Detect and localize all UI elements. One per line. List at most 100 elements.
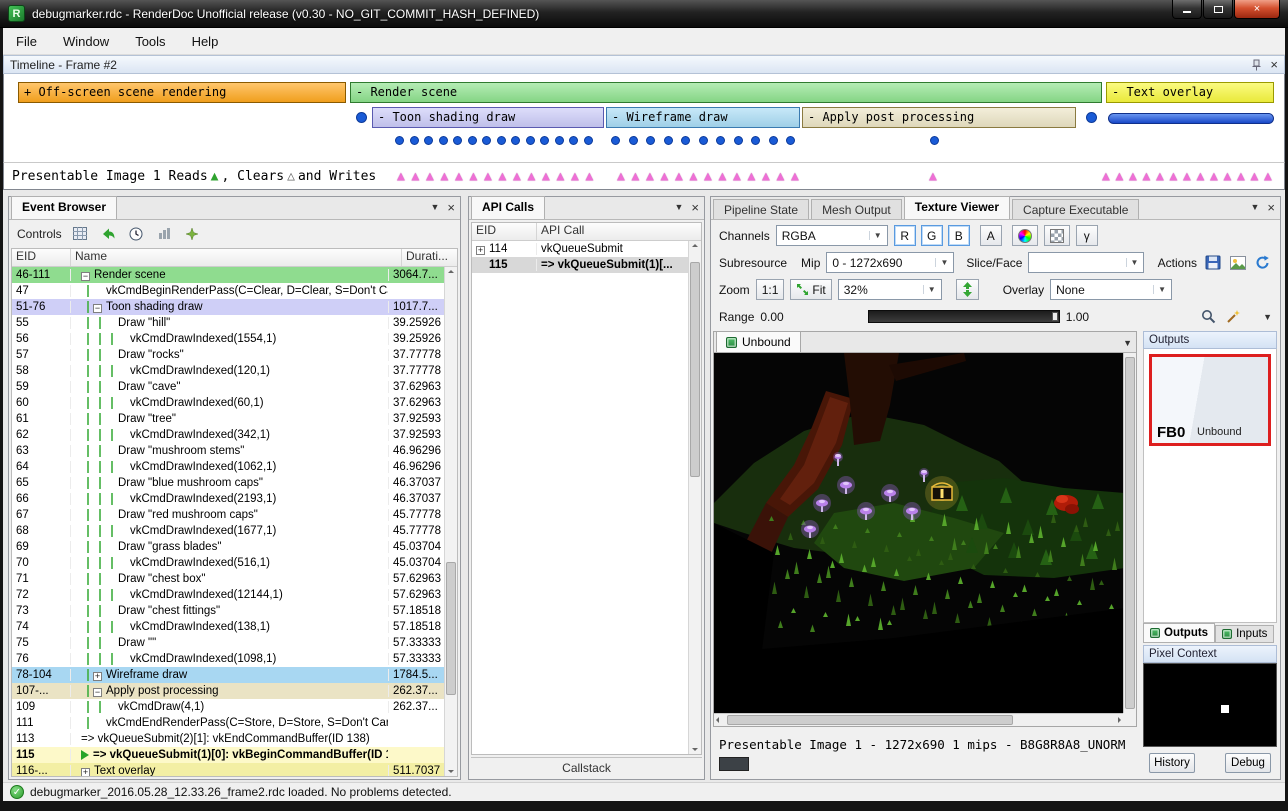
toolbar-overflow-icon[interactable]: ▼ <box>1263 312 1272 322</box>
draw-call-dot[interactable] <box>526 136 535 145</box>
slice-face-dropdown[interactable]: ▼ <box>1028 252 1144 273</box>
menu-help[interactable]: Help <box>179 29 232 54</box>
api-call-row[interactable]: +114vkQueueSubmit <box>472 241 688 257</box>
scroll-up-icon[interactable] <box>445 267 457 278</box>
texture-list-chevron-icon[interactable]: ▼ <box>1123 338 1132 348</box>
texture-viewer-canvas[interactable] <box>714 353 1123 713</box>
draw-call-dot[interactable] <box>410 136 419 145</box>
menu-tools[interactable]: Tools <box>122 29 178 54</box>
write-marker-icon[interactable]: ▲ <box>1102 169 1110 184</box>
write-marker-icon[interactable]: ▲ <box>646 169 654 184</box>
tab-current-texture[interactable]: Unbound <box>716 331 801 352</box>
write-marker-icon[interactable]: ▲ <box>571 169 579 184</box>
texture-horizontal-scrollbar[interactable] <box>714 713 1123 726</box>
event-row[interactable]: 57Draw "rocks"37.77778 <box>12 347 444 363</box>
event-row[interactable]: 47vkCmdBeginRenderPass(C=Clear, D=Clear,… <box>12 283 444 299</box>
event-row[interactable]: 51-76−Toon shading draw1017.7... <box>12 299 444 315</box>
mip-dropdown[interactable]: 0 - 1272x690▼ <box>826 252 954 273</box>
write-marker-icon[interactable]: ▲ <box>484 169 492 184</box>
event-row[interactable]: 116-...+Text overlay511.7037 <box>12 763 444 777</box>
api-calls-scrollbar[interactable] <box>688 241 701 754</box>
checker-background-button[interactable] <box>1044 225 1070 246</box>
refresh-icon[interactable] <box>1253 253 1272 272</box>
write-marker-icon[interactable]: ▲ <box>929 169 937 184</box>
write-marker-icon[interactable]: ▲ <box>632 169 640 184</box>
range-handle[interactable] <box>1052 312 1058 321</box>
jump-to-eid-icon[interactable] <box>99 224 118 243</box>
event-row[interactable]: 74vkCmdDrawIndexed(138,1)57.18518 <box>12 619 444 635</box>
event-row[interactable]: 115=> vkQueueSubmit(1)[0]: vkBeginComman… <box>12 747 444 763</box>
tab-outputs[interactable]: Outputs <box>1143 623 1215 643</box>
column-name[interactable]: Name <box>70 249 401 266</box>
draw-call-dot[interactable] <box>439 136 448 145</box>
write-marker-icon[interactable]: ▲ <box>690 169 698 184</box>
expander-collapse-icon[interactable]: − <box>93 688 102 697</box>
column-eid[interactable]: EID <box>12 249 70 266</box>
timeline-titlebar[interactable]: Timeline - Frame #2 × <box>3 55 1285 74</box>
menu-window[interactable]: Window <box>50 29 122 54</box>
write-marker-icon[interactable]: ▲ <box>777 169 785 184</box>
write-marker-icon[interactable]: ▲ <box>528 169 536 184</box>
draw-call-dot[interactable] <box>716 136 725 145</box>
write-marker-icon[interactable]: ▲ <box>1224 169 1232 184</box>
scroll-down-icon[interactable] <box>445 765 457 776</box>
write-marker-icon[interactable]: ▲ <box>1237 169 1245 184</box>
scroll-thumb[interactable] <box>690 262 700 477</box>
tab-event-browser[interactable]: Event Browser <box>11 196 117 219</box>
draw-call-dot[interactable] <box>681 136 690 145</box>
draw-call-dot[interactable] <box>356 112 367 123</box>
draw-call-dot[interactable] <box>751 136 760 145</box>
panel-menu-icon[interactable]: ▼ <box>430 202 439 212</box>
time-durations-icon[interactable] <box>127 224 146 243</box>
event-row[interactable]: 75Draw ""57.33333 <box>12 635 444 651</box>
draw-call-dot[interactable] <box>646 136 655 145</box>
event-row[interactable]: 70vkCmdDrawIndexed(516,1)45.03704 <box>12 555 444 571</box>
event-row[interactable]: 73Draw "chest fittings"57.18518 <box>12 603 444 619</box>
event-row[interactable]: 46-111−Render scene3064.7... <box>12 267 444 283</box>
event-row[interactable]: 76vkCmdDrawIndexed(1098,1)57.33333 <box>12 651 444 667</box>
stats-icon[interactable] <box>155 224 174 243</box>
draw-call-dot[interactable] <box>511 136 520 145</box>
alpha-channel-button[interactable]: A <box>980 225 1002 246</box>
scroll-right-icon[interactable] <box>1112 714 1123 726</box>
event-row[interactable]: 60vkCmdDrawIndexed(60,1)37.62963 <box>12 395 444 411</box>
write-marker-icon[interactable]: ▲ <box>441 169 449 184</box>
outputs-header[interactable]: Outputs <box>1143 331 1277 349</box>
column-eid[interactable]: EID <box>472 223 536 240</box>
timeline-marker-bar[interactable]: - Text overlay <box>1106 82 1274 103</box>
event-row[interactable]: 62vkCmdDrawIndexed(342,1)37.92593 <box>12 427 444 443</box>
red-channel-button[interactable]: R <box>894 225 916 246</box>
write-marker-icon[interactable]: ▲ <box>704 169 712 184</box>
custom-display-button[interactable] <box>1012 225 1038 246</box>
write-marker-icon[interactable]: ▲ <box>675 169 683 184</box>
timeline-marker-bar[interactable]: - Toon shading draw <box>372 107 604 128</box>
close-button[interactable]: × <box>1234 0 1280 19</box>
event-row[interactable]: 66vkCmdDrawIndexed(2193,1)46.37037 <box>12 491 444 507</box>
scroll-down-icon[interactable] <box>689 743 701 754</box>
write-marker-icon[interactable]: ▲ <box>586 169 594 184</box>
write-marker-icon[interactable]: ▲ <box>791 169 799 184</box>
save-icon[interactable] <box>1203 253 1222 272</box>
event-row[interactable]: 78-104+Wireframe draw1784.5... <box>12 667 444 683</box>
timeline-marker-bar[interactable]: - Apply post processing <box>802 107 1076 128</box>
select-columns-icon[interactable] <box>71 224 90 243</box>
panel-menu-icon[interactable]: ▼ <box>1250 202 1259 212</box>
event-row[interactable]: 55Draw "hill"39.25926 <box>12 315 444 331</box>
api-call-row[interactable]: 115=> vkQueueSubmit(1)[... <box>472 257 688 273</box>
bookmark-icon[interactable] <box>183 224 202 243</box>
write-marker-icon[interactable]: ▲ <box>1251 169 1259 184</box>
scroll-up-icon[interactable] <box>689 241 701 252</box>
event-row[interactable]: 58vkCmdDrawIndexed(120,1)37.77778 <box>12 363 444 379</box>
event-browser-scrollbar[interactable] <box>444 267 457 776</box>
draw-call-dot[interactable] <box>786 136 795 145</box>
texture-image[interactable] <box>714 353 1123 713</box>
gamma-button[interactable]: γ <box>1076 225 1098 246</box>
scroll-left-icon[interactable] <box>714 714 725 726</box>
range-slider[interactable] <box>868 310 1060 323</box>
zoom-1-1-button[interactable]: 1:1 <box>756 279 785 300</box>
write-marker-icon[interactable]: ▲ <box>1170 169 1178 184</box>
tab-inputs[interactable]: Inputs <box>1215 625 1274 643</box>
draw-call-dot[interactable] <box>611 136 620 145</box>
event-row[interactable]: 56vkCmdDrawIndexed(1554,1)39.25926 <box>12 331 444 347</box>
draw-call-dot[interactable] <box>424 136 433 145</box>
